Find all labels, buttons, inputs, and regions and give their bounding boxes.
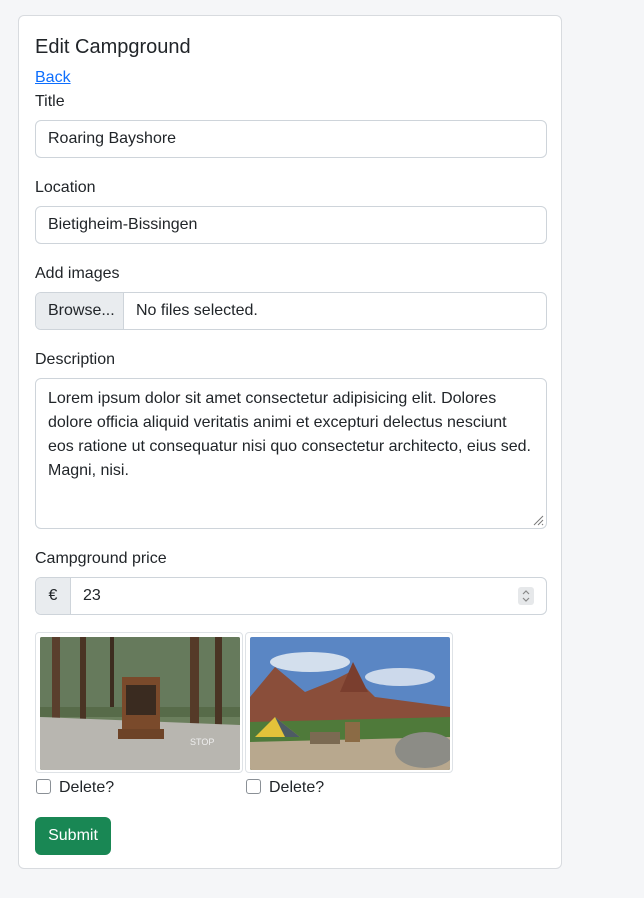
price-input-group: € 23 — [35, 577, 547, 615]
currency-addon: € — [36, 578, 71, 614]
number-spinner-icon[interactable] — [518, 587, 534, 605]
resize-handle-icon[interactable] — [532, 514, 544, 526]
campground-image-2 — [245, 632, 453, 773]
edit-campground-card: Edit Campground Back Title Roaring Baysh… — [18, 15, 562, 869]
description-label: Description — [35, 351, 116, 368]
title-label: Title — [35, 93, 65, 110]
description-textarea[interactable]: Lorem ipsum dolor sit amet consectetur a… — [35, 378, 547, 529]
svg-text:STOP: STOP — [190, 737, 214, 747]
location-label: Location — [35, 179, 96, 196]
file-input[interactable]: Browse... No files selected. — [35, 292, 547, 330]
add-images-label: Add images — [35, 265, 120, 282]
page-title: Edit Campground — [35, 36, 191, 58]
browse-button[interactable]: Browse... — [36, 293, 124, 329]
delete-checkbox-1[interactable] — [36, 779, 51, 794]
submit-button[interactable]: Submit — [35, 817, 111, 855]
title-input[interactable]: Roaring Bayshore — [35, 120, 547, 158]
delete-checkbox-2[interactable] — [246, 779, 261, 794]
no-files-text: No files selected. — [136, 302, 258, 319]
price-input[interactable]: 23 — [71, 578, 518, 614]
back-link[interactable]: Back — [35, 69, 71, 87]
delete-label-1: Delete? — [59, 779, 115, 796]
location-input[interactable]: Bietigheim-Bissingen — [35, 206, 547, 244]
campground-image-1: STOP — [35, 632, 243, 773]
delete-label-2: Delete? — [269, 779, 325, 796]
price-label: Campground price — [35, 550, 167, 567]
description-text: Lorem ipsum dolor sit amet consectetur a… — [48, 390, 531, 479]
